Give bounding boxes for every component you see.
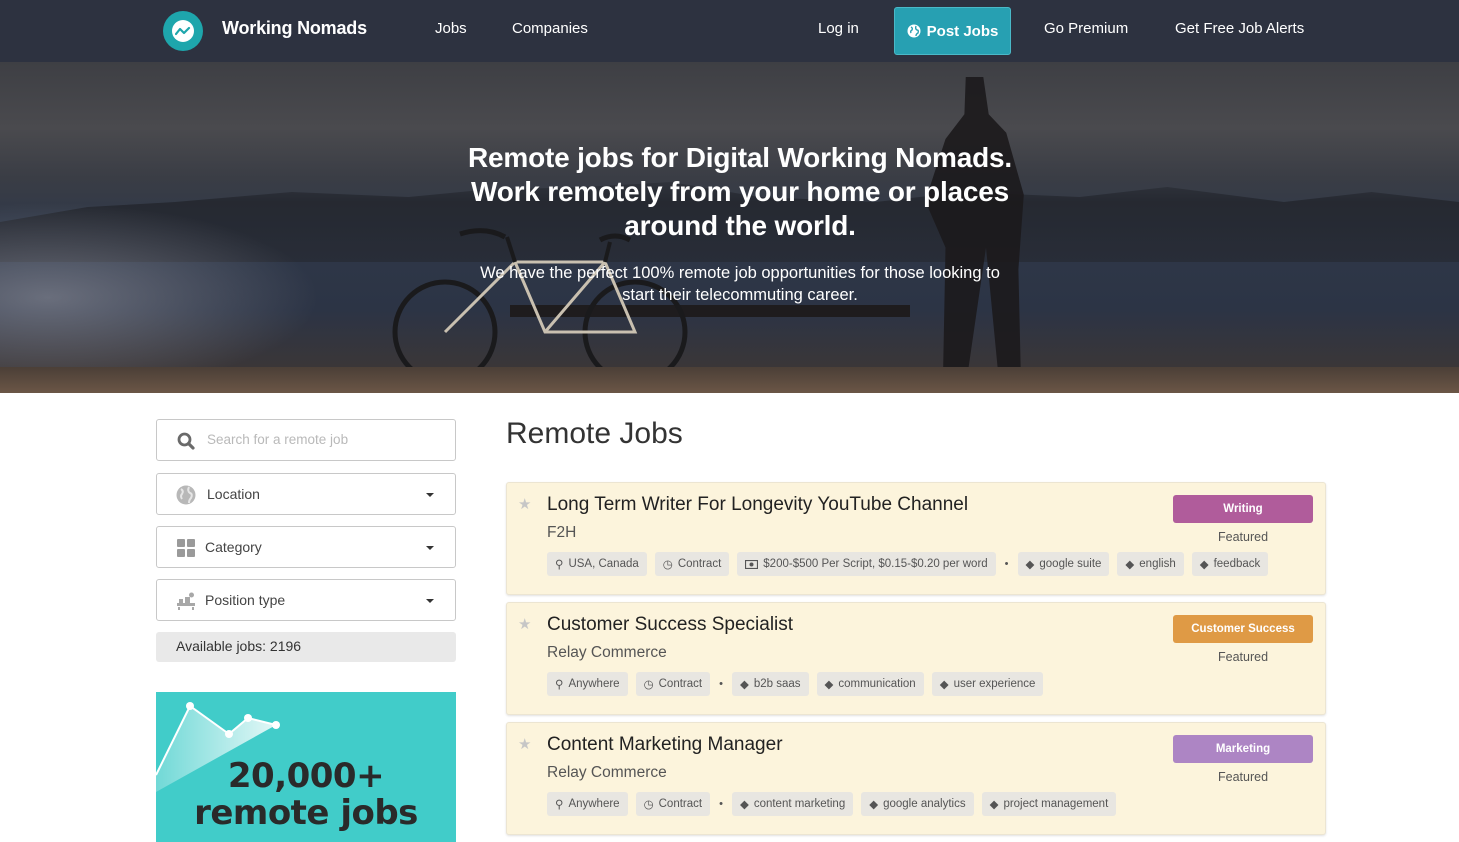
star-icon[interactable]: ★ — [518, 495, 531, 513]
logo-icon[interactable] — [163, 11, 203, 51]
hero-banner: Remote jobs for Digital Working Nomads. … — [0, 62, 1459, 393]
job-tags: ⚲ Anywhere ◷ Contract • ◆ b2b saas ◆ communi… — [547, 672, 1044, 696]
promo-banner[interactable]: 20,000+ remote jobs — [156, 692, 456, 842]
job-title[interactable]: Content Marketing Manager — [547, 734, 783, 756]
money-icon — [745, 559, 759, 569]
tag-icon: ◆ — [739, 679, 749, 691]
featured-label: Featured — [1217, 770, 1269, 784]
chevron-down-icon — [426, 599, 434, 603]
separator-dot: • — [719, 678, 723, 690]
available-jobs-count: Available jobs: 2196 — [156, 632, 456, 662]
tag-icon: ◆ — [989, 799, 999, 811]
globe-icon — [175, 484, 197, 506]
navbar: Working Nomads Jobs Companies Log in Pos… — [0, 0, 1459, 62]
skill-tag[interactable]: ◆ project management — [981, 792, 1117, 816]
location-label: Location — [207, 486, 260, 502]
job-tags: ⚲ Anywhere ◷ Contract • ◆ content marketing… — [547, 792, 1117, 816]
position-type-dropdown[interactable]: Position type — [156, 579, 456, 621]
hero-title: Remote jobs for Digital Working Nomads. … — [468, 142, 1012, 241]
job-title[interactable]: Customer Success Specialist — [547, 614, 793, 636]
category-badge[interactable]: Customer Success — [1173, 615, 1313, 643]
search-placeholder: Search for a remote job — [207, 432, 349, 447]
location-tag[interactable]: ⚲ Anywhere — [547, 792, 628, 816]
tag-icon: ◆ — [1199, 559, 1209, 571]
skill-tag[interactable]: ◆ google suite — [1017, 552, 1110, 576]
map-pin-icon: ⚲ — [555, 679, 564, 691]
globe-icon — [907, 24, 921, 38]
nav-login[interactable]: Log in — [818, 20, 859, 37]
tag-icon: ◆ — [1025, 559, 1035, 571]
map-pin-icon: ⚲ — [555, 799, 564, 811]
job-type-tag[interactable]: ◷ Contract — [635, 792, 711, 816]
brand-name[interactable]: Working Nomads — [222, 18, 367, 39]
nav-job-alerts[interactable]: Get Free Job Alerts — [1175, 20, 1304, 37]
desk-icon — [175, 590, 197, 612]
job-type-tag[interactable]: ◷ Contract — [635, 672, 711, 696]
location-tag[interactable]: ⚲ Anywhere — [547, 672, 628, 696]
position-type-label: Position type — [205, 592, 286, 608]
tag-icon: ◆ — [1125, 559, 1135, 571]
category-label: Category — [205, 539, 262, 555]
job-card[interactable]: ★ Customer Success Specialist Relay Comm… — [506, 602, 1326, 715]
location-dropdown[interactable]: Location — [156, 473, 456, 515]
page-title: Remote Jobs — [506, 417, 683, 450]
nav-go-premium[interactable]: Go Premium — [1044, 20, 1128, 37]
featured-label: Featured — [1217, 650, 1269, 664]
job-type-tag[interactable]: ◷ Contract — [654, 552, 730, 576]
post-jobs-label: Post Jobs — [926, 22, 999, 40]
separator-dot: • — [719, 798, 723, 810]
skill-tag[interactable]: ◆ communication — [816, 672, 924, 696]
tag-icon: ◆ — [939, 679, 949, 691]
post-jobs-button[interactable]: Post Jobs — [894, 7, 1011, 55]
tag-icon: ◆ — [739, 799, 749, 811]
job-card[interactable]: ★ Content Marketing Manager Relay Commer… — [506, 722, 1326, 835]
grid-icon — [175, 537, 197, 559]
map-pin-icon: ⚲ — [555, 559, 564, 571]
search-icon — [175, 430, 197, 452]
job-company[interactable]: F2H — [547, 524, 576, 542]
skill-tag[interactable]: ◆ content marketing — [731, 792, 854, 816]
nav-companies[interactable]: Companies — [512, 20, 588, 37]
nav-jobs[interactable]: Jobs — [435, 20, 467, 37]
category-badge[interactable]: Marketing — [1173, 735, 1313, 763]
chevron-down-icon — [426, 493, 434, 497]
job-card[interactable]: ★ Long Term Writer For Longevity YouTube… — [506, 482, 1326, 595]
star-icon[interactable]: ★ — [518, 615, 531, 633]
job-company[interactable]: Relay Commerce — [547, 764, 667, 782]
separator-dot: • — [1004, 558, 1009, 570]
skill-tag[interactable]: ◆ user experience — [931, 672, 1044, 696]
chevron-down-icon — [426, 546, 434, 550]
category-badge[interactable]: Writing — [1173, 495, 1313, 523]
job-company[interactable]: Relay Commerce — [547, 644, 667, 662]
location-tag[interactable]: ⚲ USA, Canada — [547, 552, 647, 576]
salary-tag: $200-$500 Per Script, $0.15-$0.20 per wo… — [737, 552, 996, 576]
clock-icon: ◷ — [643, 679, 654, 691]
star-icon[interactable]: ★ — [518, 735, 531, 753]
skill-tag[interactable]: ◆ google analytics — [861, 792, 974, 816]
search-input[interactable]: Search for a remote job — [156, 419, 456, 461]
featured-label: Featured — [1217, 530, 1269, 544]
clock-icon: ◷ — [662, 559, 673, 571]
job-title[interactable]: Long Term Writer For Longevity YouTube C… — [547, 494, 968, 516]
skill-tag[interactable]: ◆ feedback — [1191, 552, 1269, 576]
skill-tag[interactable]: ◆ b2b saas — [731, 672, 809, 696]
tag-icon: ◆ — [869, 799, 879, 811]
clock-icon: ◷ — [643, 799, 654, 811]
skill-tag[interactable]: ◆ english — [1117, 552, 1184, 576]
category-dropdown[interactable]: Category — [156, 526, 456, 568]
promo-text: 20,000+ remote jobs — [194, 756, 418, 833]
hero-subtitle: We have the perfect 100% remote job oppo… — [480, 264, 1000, 304]
tag-icon: ◆ — [824, 679, 834, 691]
job-tags: ⚲ USA, Canada ◷ Contract $200-$500 Per Scr… — [547, 552, 1269, 576]
